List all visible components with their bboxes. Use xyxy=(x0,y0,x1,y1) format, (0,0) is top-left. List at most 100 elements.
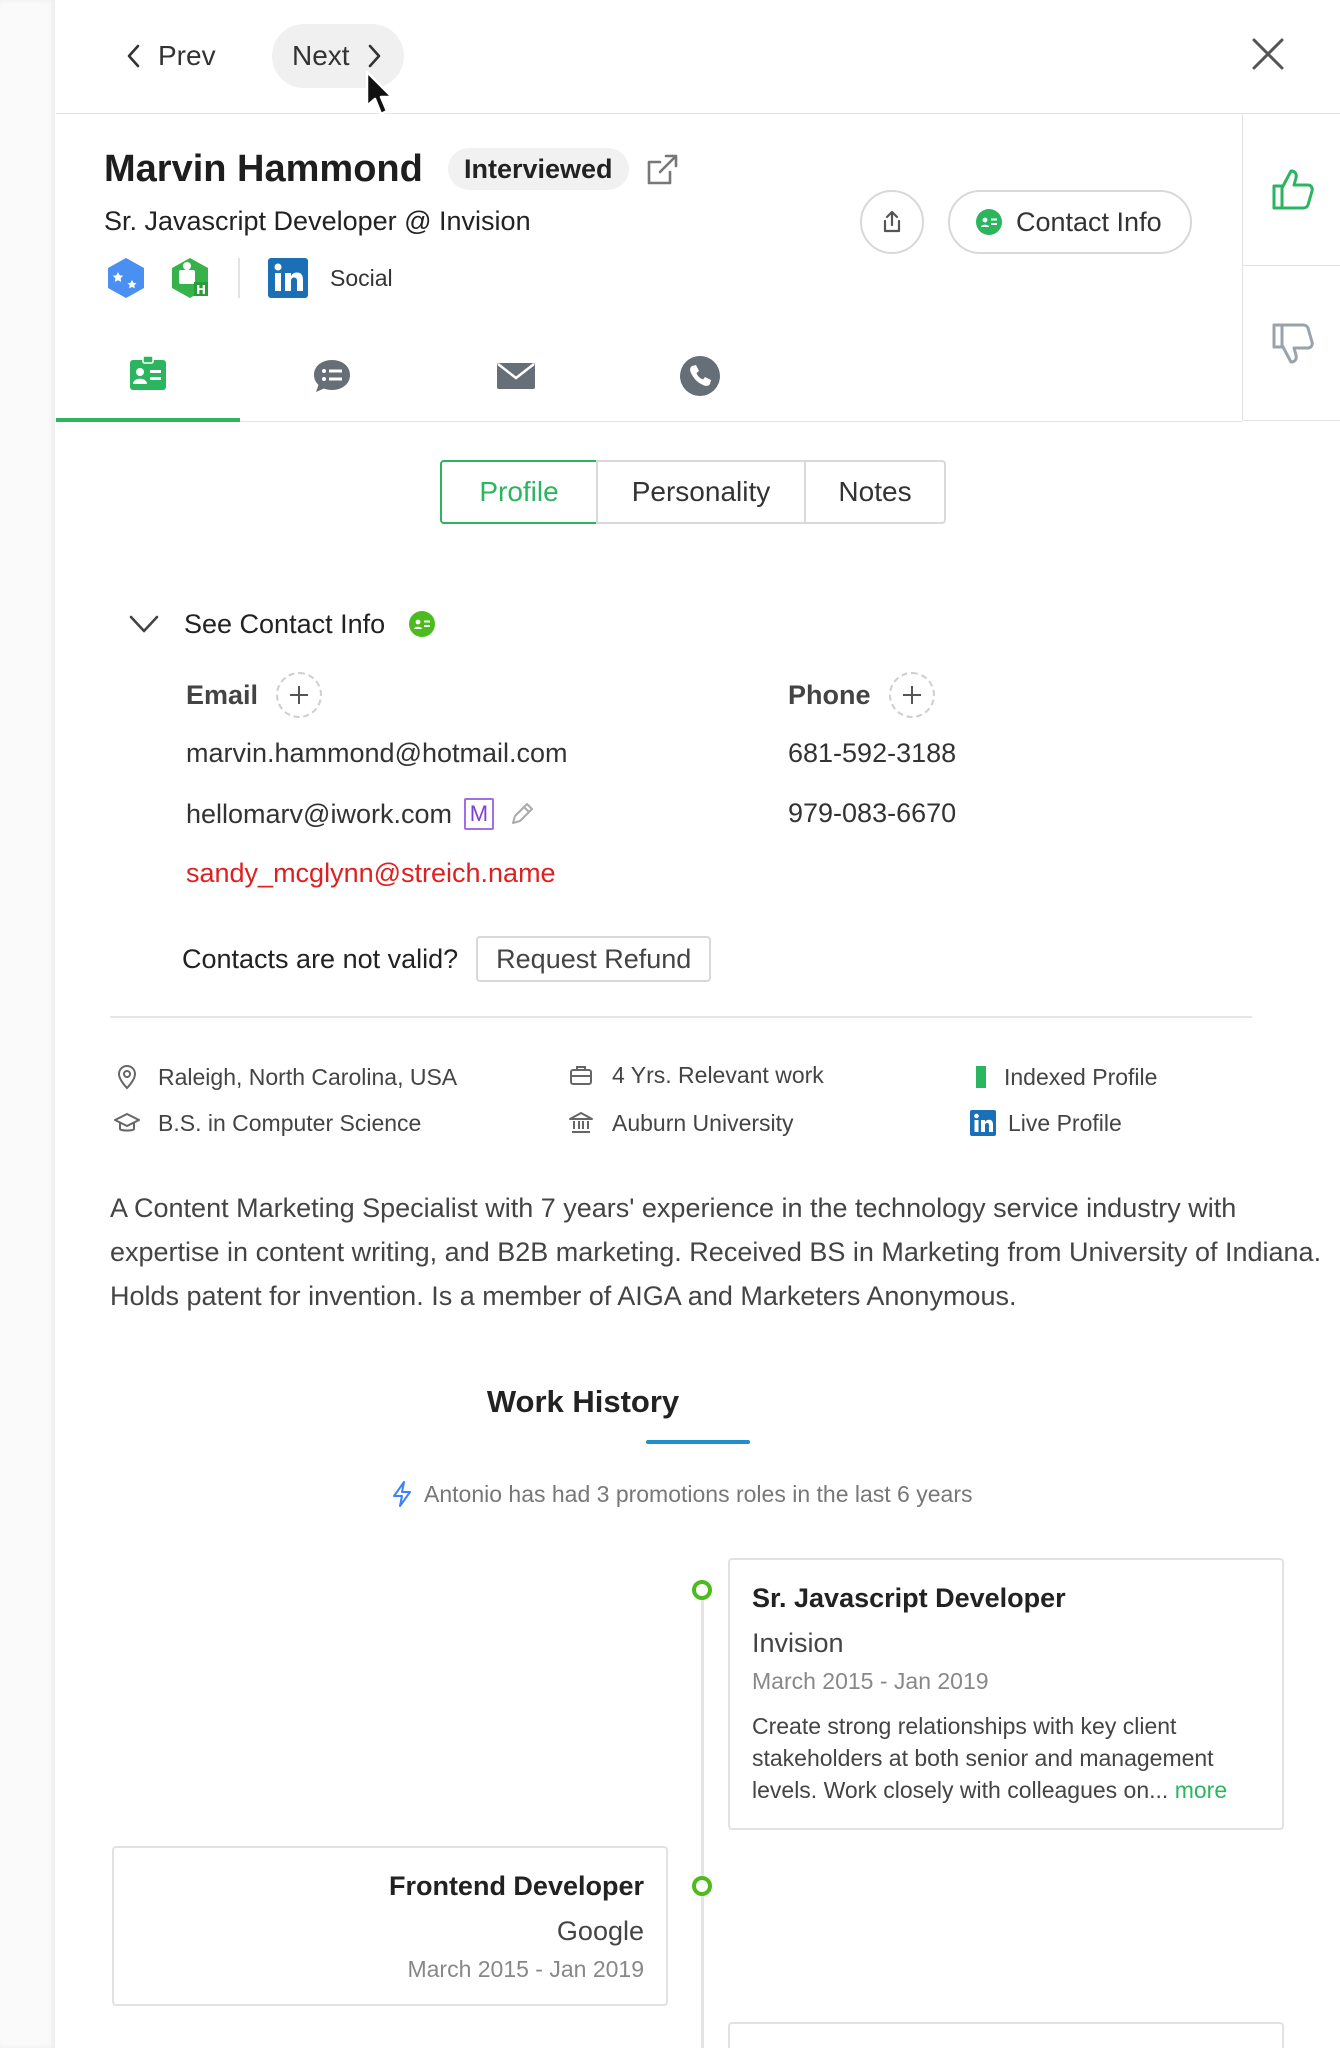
chevron-down-icon xyxy=(129,615,159,633)
section-divider xyxy=(110,1016,1252,1018)
email-address[interactable]: marvin.hammond@hotmail.com xyxy=(186,738,568,769)
phone-column-header: Phone xyxy=(788,672,935,718)
work-history-underline xyxy=(646,1440,750,1444)
profile-card-icon xyxy=(130,355,166,390)
plus-icon xyxy=(290,686,309,704)
chevron-left-icon xyxy=(127,44,140,68)
school-fact: Auburn University xyxy=(568,1106,794,1140)
promotion-note-text: Antonio has had 3 promotions roles in th… xyxy=(424,1480,973,1507)
status-badge: Interviewed xyxy=(448,148,629,190)
email-address[interactable]: hellomarv@iwork.com xyxy=(186,799,452,830)
linkedin-icon xyxy=(970,1110,996,1136)
job-description-text: Create strong relationships with key cli… xyxy=(752,1713,1214,1803)
experience-fact: 4 Yrs. Relevant work xyxy=(568,1058,824,1092)
job-title: Sr. Javascript Developer xyxy=(752,1583,1066,1613)
profile-section-tabs: Profile Personality Notes xyxy=(440,460,946,524)
indexed-profile-text: Indexed Profile xyxy=(1004,1063,1158,1090)
plus-icon xyxy=(902,686,921,704)
badge-separator xyxy=(238,258,240,298)
invalid-email-address[interactable]: sandy_mcglynn@streich.name xyxy=(186,858,556,889)
tab-chat[interactable] xyxy=(240,330,424,422)
job-dates: March 2015 - Jan 2019 xyxy=(407,1956,644,1982)
school-text: Auburn University xyxy=(612,1109,794,1136)
job-description: Create strong relationships with key cli… xyxy=(752,1710,1260,1806)
phone-number[interactable]: 681-592-3188 xyxy=(788,738,956,769)
add-phone-button[interactable] xyxy=(888,672,935,718)
share-button[interactable] xyxy=(860,190,924,254)
request-refund-button[interactable]: Request Refund xyxy=(476,936,712,982)
chat-icon xyxy=(314,360,350,392)
prev-button[interactable]: Prev xyxy=(104,24,236,88)
degree-fact: B.S. in Computer Science xyxy=(114,1106,421,1140)
job-card: Sr. Javascript Developer Invision March … xyxy=(728,1558,1284,1830)
location-pin-icon xyxy=(117,1064,137,1090)
candidate-panel: Prev Next Marvin Hammond Interviewed Sr.… xyxy=(56,0,1340,2048)
work-history-title: Work History xyxy=(56,1384,1340,1420)
email-address-row: hellomarv@iwork.com M xyxy=(186,796,536,832)
more-link[interactable]: more xyxy=(1175,1777,1227,1803)
rail-divider xyxy=(1242,420,1340,421)
job-card: Frontend Developer Google March 2015 - J… xyxy=(112,1846,668,2006)
briefcase-icon xyxy=(570,1066,592,1085)
phone-number[interactable]: 979-083-6670 xyxy=(788,798,956,829)
prev-label: Prev xyxy=(158,40,216,71)
experience-text: 4 Yrs. Relevant work xyxy=(612,1061,824,1088)
graduation-cap-icon xyxy=(114,1113,140,1132)
live-profile-link[interactable]: Live Profile xyxy=(970,1106,1122,1140)
email-header-label: Email xyxy=(186,679,259,710)
phone-header-label: Phone xyxy=(788,679,871,710)
rating-rail xyxy=(1242,114,1340,420)
indexed-indicator-icon xyxy=(976,1066,986,1088)
star-badge-icon xyxy=(108,258,144,298)
mouse-cursor-icon xyxy=(365,70,394,116)
next-label: Next xyxy=(292,40,350,71)
contact-info-label: Contact Info xyxy=(1016,206,1162,237)
contacts-invalid-question: Contacts are not valid? xyxy=(182,943,459,974)
contact-card-icon xyxy=(976,209,1002,235)
job-company: Invision xyxy=(752,1628,844,1658)
indexed-profile-fact: Indexed Profile xyxy=(970,1060,1157,1094)
close-icon[interactable] xyxy=(1248,34,1288,74)
refund-row: Contacts are not valid? Request Refund xyxy=(182,936,712,982)
location-fact: Raleigh, North Carolina, USA xyxy=(114,1060,457,1094)
live-profile-text: Live Profile xyxy=(1008,1109,1122,1136)
job-card xyxy=(728,2022,1284,2048)
tab-profile-card[interactable] xyxy=(56,330,240,422)
tab-personality[interactable]: Personality xyxy=(596,460,806,524)
candidate-summary: A Content Marketing Specialist with 7 ye… xyxy=(110,1193,1322,1311)
lightning-icon xyxy=(393,1481,411,1507)
thumbs-down-icon xyxy=(1272,323,1314,364)
add-email-button[interactable] xyxy=(276,672,323,718)
chevron-right-icon xyxy=(368,44,380,68)
email-column-header: Email xyxy=(186,672,323,718)
see-contact-info-toggle[interactable]: See Contact Info xyxy=(128,606,436,642)
thumbs-up-button[interactable] xyxy=(1243,114,1340,266)
tab-phone[interactable] xyxy=(608,330,792,422)
phone-icon xyxy=(680,356,720,396)
email-tag-badge: M xyxy=(463,798,494,830)
job-company: Google xyxy=(556,1916,644,1946)
external-link-icon[interactable] xyxy=(644,152,680,188)
thumbs-up-icon xyxy=(1272,169,1314,209)
contact-info-button[interactable]: Contact Info xyxy=(948,190,1192,254)
svg-text:H: H xyxy=(196,283,206,297)
social-label: Social xyxy=(330,264,393,291)
university-icon xyxy=(569,1112,593,1133)
location-text: Raleigh, North Carolina, USA xyxy=(158,1063,458,1090)
linkedin-icon[interactable] xyxy=(268,258,308,298)
tab-profile[interactable]: Profile xyxy=(440,460,598,524)
thumbs-down-button[interactable] xyxy=(1243,267,1340,419)
job-title: Frontend Developer xyxy=(388,1871,644,1901)
tab-notes[interactable]: Notes xyxy=(804,460,946,524)
candidate-job-title: Sr. Javascript Developer @ Invision xyxy=(104,206,531,236)
candidate-name: Marvin Hammond xyxy=(104,148,423,190)
tab-mail[interactable] xyxy=(424,330,608,422)
background-app-edge xyxy=(0,0,55,2048)
timeline-dot xyxy=(692,1876,712,1896)
mail-icon xyxy=(497,363,535,389)
work-history-title-text: Work History xyxy=(486,1384,680,1419)
top-navigation: Prev Next xyxy=(56,0,1340,114)
pencil-icon[interactable] xyxy=(508,800,536,828)
share-icon xyxy=(883,210,901,233)
see-contact-info-label: See Contact Info xyxy=(184,608,386,639)
